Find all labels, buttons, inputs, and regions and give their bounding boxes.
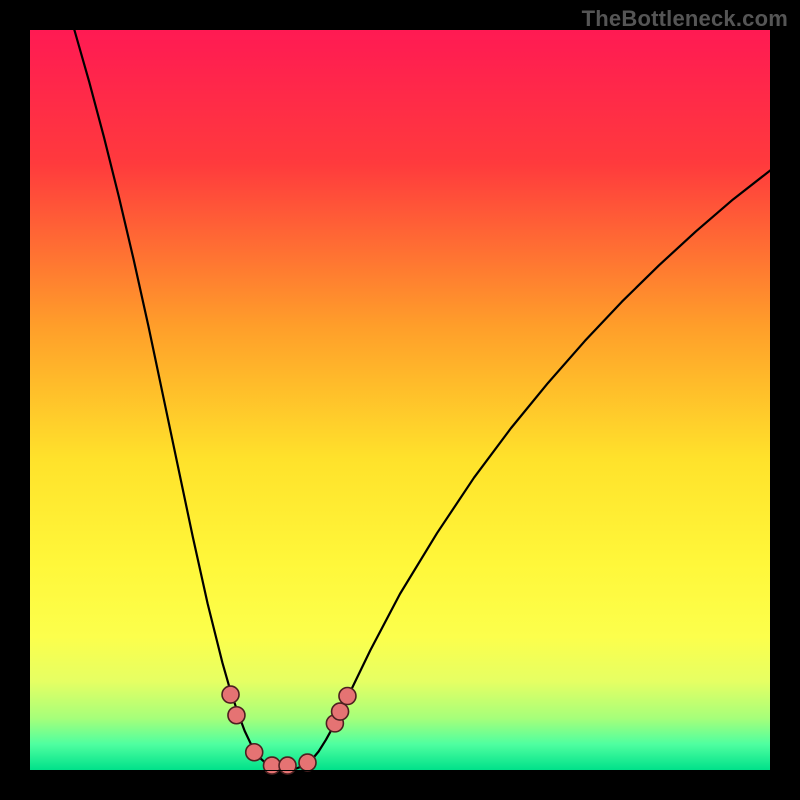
data-marker bbox=[228, 707, 245, 724]
data-marker bbox=[299, 754, 316, 771]
data-marker bbox=[222, 686, 239, 703]
data-marker bbox=[339, 688, 356, 705]
chart-frame: TheBottleneck.com bbox=[0, 0, 800, 800]
data-marker bbox=[246, 744, 263, 761]
chart-svg bbox=[0, 0, 800, 800]
data-marker bbox=[263, 757, 280, 774]
data-marker bbox=[279, 757, 296, 774]
watermark-label: TheBottleneck.com bbox=[582, 6, 788, 32]
plot-background bbox=[30, 30, 770, 770]
data-marker bbox=[332, 703, 349, 720]
